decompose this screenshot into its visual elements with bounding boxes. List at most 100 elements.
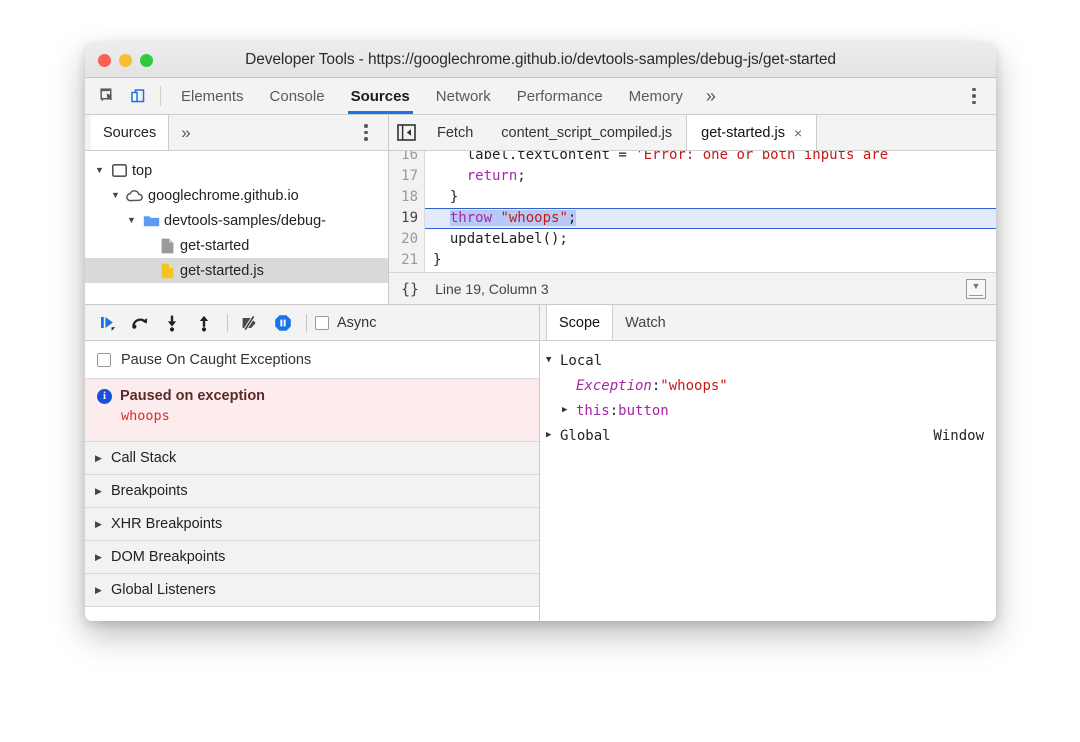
code-line[interactable]: updateLabel(); bbox=[433, 229, 996, 250]
expand-triangle-icon[interactable]: ▶ bbox=[95, 553, 111, 562]
expand-triangle-icon[interactable]: ▶ bbox=[95, 487, 111, 496]
scope-row[interactable]: ▶GlobalWindow bbox=[540, 423, 996, 448]
expand-triangle-icon[interactable] bbox=[95, 166, 109, 175]
expand-triangle-icon[interactable]: ▶ bbox=[95, 586, 111, 595]
expand-triangle-icon[interactable]: ▶ bbox=[95, 454, 111, 463]
pause-on-caught-checkbox[interactable] bbox=[97, 353, 111, 367]
expand-triangle-icon[interactable] bbox=[127, 216, 141, 225]
section-global-listeners[interactable]: ▶ Global Listeners bbox=[85, 574, 539, 607]
code-token: label.textContent = bbox=[433, 151, 635, 163]
scope-token: "whoops" bbox=[660, 378, 727, 394]
line-number[interactable]: 19 bbox=[389, 208, 424, 229]
tab-performance[interactable]: Performance bbox=[504, 78, 616, 114]
code-token: 'Error: one or both inputs are bbox=[635, 151, 888, 163]
code-line[interactable]: } bbox=[433, 187, 996, 208]
editor-status-bar: {} Line 19, Column 3 ▼ bbox=[389, 272, 996, 304]
code-viewer[interactable]: 161718192021 label.textContent = 'Error:… bbox=[389, 151, 996, 272]
inspect-element-icon[interactable] bbox=[93, 78, 123, 114]
scope-row[interactable]: ▼Local bbox=[540, 348, 996, 373]
code-line[interactable]: return; bbox=[433, 166, 996, 187]
tab-console[interactable]: Console bbox=[257, 78, 338, 114]
zoom-window-button[interactable] bbox=[140, 54, 153, 67]
tree-item-label: get-started bbox=[180, 238, 249, 254]
resume-icon[interactable] bbox=[93, 309, 123, 337]
code-line-current[interactable]: throw "whoops"; bbox=[425, 208, 996, 229]
pause-on-exceptions-icon[interactable] bbox=[268, 309, 298, 337]
pause-on-caught-exceptions-toggle[interactable]: Pause On Caught Exceptions bbox=[85, 341, 539, 379]
navigator-more-icon[interactable]: » bbox=[169, 115, 202, 150]
scope-token: Global bbox=[560, 428, 611, 444]
minimize-window-button[interactable] bbox=[119, 54, 132, 67]
deactivate-breakpoints-icon[interactable] bbox=[236, 309, 266, 337]
expand-triangle-icon[interactable]: ▼ bbox=[546, 356, 560, 365]
scope-tabbar: Scope Watch bbox=[540, 305, 996, 341]
tab-network[interactable]: Network bbox=[423, 78, 504, 114]
close-window-button[interactable] bbox=[98, 54, 111, 67]
window-controls bbox=[98, 54, 153, 67]
tab-label: Memory bbox=[629, 88, 683, 105]
editor-tab-fetch[interactable]: Fetch bbox=[423, 115, 487, 150]
scope-token: this bbox=[576, 403, 610, 419]
file-tree: top googlechrome.github.io devtools-samp… bbox=[85, 151, 388, 304]
editor-tab-get-started-js[interactable]: get-started.js × bbox=[686, 115, 817, 150]
editor-tabbar: Fetch content_script_compiled.js get-sta… bbox=[389, 115, 996, 151]
tree-item-get-started[interactable]: get-started bbox=[85, 233, 388, 258]
navigator-tabbar: Sources » bbox=[85, 115, 388, 151]
line-number[interactable]: 18 bbox=[389, 187, 424, 208]
line-number[interactable]: 17 bbox=[389, 166, 424, 187]
pretty-print-button[interactable]: {} bbox=[401, 280, 419, 298]
collapse-sidebar-icon[interactable] bbox=[389, 115, 423, 150]
code-lines[interactable]: label.textContent = 'Error: one or both … bbox=[425, 151, 996, 272]
kebab-menu-icon[interactable] bbox=[960, 88, 988, 105]
navigator-kebab-menu-icon[interactable] bbox=[352, 124, 380, 141]
show-drawer-icon[interactable]: ▼ bbox=[966, 279, 986, 299]
async-checkbox[interactable] bbox=[315, 316, 329, 330]
line-number-gutter: 161718192021 bbox=[389, 151, 425, 272]
tab-scope[interactable]: Scope bbox=[546, 305, 613, 340]
code-line[interactable]: label.textContent = 'Error: one or both … bbox=[433, 151, 996, 166]
line-number[interactable]: 20 bbox=[389, 229, 424, 250]
code-token bbox=[433, 168, 467, 184]
editor-tab-content-script-compiled[interactable]: content_script_compiled.js bbox=[487, 115, 686, 150]
devtools-toolbar: Elements Console Sources Network Perform… bbox=[85, 78, 996, 115]
tab-sources[interactable]: Sources bbox=[338, 78, 423, 114]
tab-elements[interactable]: Elements bbox=[168, 78, 257, 114]
tab-label: Elements bbox=[181, 88, 244, 105]
tree-item-get-started-js[interactable]: get-started.js bbox=[85, 258, 388, 283]
close-icon[interactable]: × bbox=[794, 125, 802, 141]
scope-row[interactable]: Exception: "whoops" bbox=[540, 373, 996, 398]
toolbar-divider bbox=[227, 314, 228, 332]
section-call-stack[interactable]: ▶ Call Stack bbox=[85, 442, 539, 475]
tab-label: Network bbox=[436, 88, 491, 105]
step-out-icon[interactable] bbox=[189, 309, 219, 337]
step-over-icon[interactable] bbox=[125, 309, 155, 337]
toolbar-divider-2 bbox=[306, 314, 307, 332]
tree-item-top[interactable]: top bbox=[85, 158, 388, 183]
code-line[interactable]: } bbox=[433, 250, 996, 271]
section-xhr-breakpoints[interactable]: ▶ XHR Breakpoints bbox=[85, 508, 539, 541]
navigator-tab-sources[interactable]: Sources bbox=[91, 115, 169, 150]
device-toolbar-icon[interactable] bbox=[123, 78, 153, 114]
more-tabs-icon[interactable]: » bbox=[696, 78, 726, 114]
devtools-tabstrip: Elements Console Sources Network Perform… bbox=[168, 78, 726, 114]
tab-watch[interactable]: Watch bbox=[613, 305, 678, 340]
async-label: Async bbox=[337, 315, 377, 331]
expand-triangle-icon[interactable] bbox=[111, 191, 125, 200]
line-number[interactable]: 16 bbox=[389, 151, 424, 166]
tab-memory[interactable]: Memory bbox=[616, 78, 696, 114]
async-toggle[interactable]: Async bbox=[315, 315, 377, 331]
expand-triangle-icon[interactable]: ▶ bbox=[546, 431, 560, 440]
section-dom-breakpoints[interactable]: ▶ DOM Breakpoints bbox=[85, 541, 539, 574]
expand-triangle-icon[interactable]: ▶ bbox=[562, 406, 576, 415]
code-token: ; bbox=[568, 210, 576, 226]
line-number[interactable]: 21 bbox=[389, 250, 424, 271]
devtools-window: Developer Tools - https://googlechrome.g… bbox=[85, 43, 996, 621]
expand-triangle-icon[interactable]: ▶ bbox=[95, 520, 111, 529]
tree-item-googlechrome-github-io[interactable]: googlechrome.github.io bbox=[85, 183, 388, 208]
window-titlebar: Developer Tools - https://googlechrome.g… bbox=[85, 43, 996, 78]
lower-pane: Async Pause On Caught Exceptions i Pause… bbox=[85, 305, 996, 621]
step-into-icon[interactable] bbox=[157, 309, 187, 337]
tree-item-devtools-samples[interactable]: devtools-samples/debug- bbox=[85, 208, 388, 233]
section-breakpoints[interactable]: ▶ Breakpoints bbox=[85, 475, 539, 508]
scope-row[interactable]: ▶this: button bbox=[540, 398, 996, 423]
